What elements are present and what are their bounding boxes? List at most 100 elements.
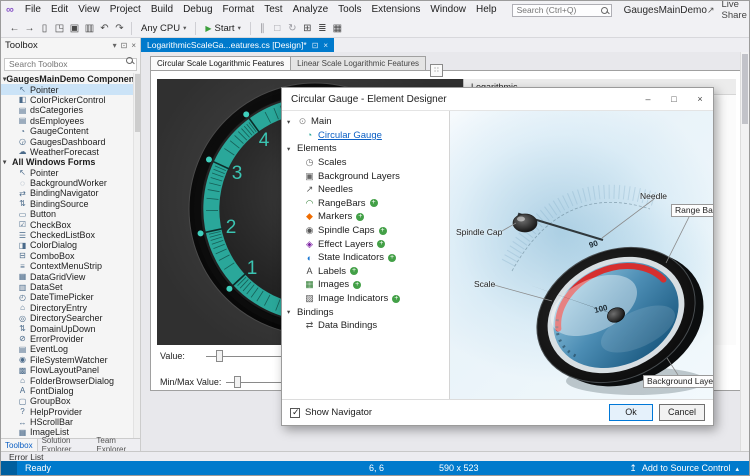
toolbox-item[interactable]: ⊘ ErrorProvider xyxy=(1,334,140,344)
toolbox-item[interactable]: GaugesMainDemo Components xyxy=(1,74,140,84)
pause-icon[interactable]: ∥ xyxy=(255,20,270,37)
add-item-icon[interactable] xyxy=(392,295,400,303)
toolbox-item[interactable]: ◔ GaugeContent xyxy=(1,126,140,136)
grid-icon[interactable]: ▦ xyxy=(330,20,345,37)
menu-item[interactable]: Format xyxy=(218,1,260,19)
add-item-icon[interactable] xyxy=(379,227,387,235)
toolbox-item[interactable]: ⌂ FolderBrowserDialog xyxy=(1,375,140,385)
tree-item[interactable]: ↗ Needles xyxy=(282,183,449,197)
toolbox-scrollbar[interactable] xyxy=(133,73,140,438)
toolbox-item[interactable]: ▤ dsCategories xyxy=(1,105,140,115)
menu-item[interactable]: Extensions xyxy=(367,1,426,19)
share-icon[interactable]: ↗ xyxy=(707,5,715,16)
minimize-icon[interactable]: – xyxy=(635,88,661,110)
add-item-icon[interactable] xyxy=(388,254,396,262)
toolbox-item[interactable]: All Windows Forms xyxy=(1,157,140,167)
chevron-down-icon[interactable]: ▾ xyxy=(113,41,117,50)
background-tasks-icon[interactable] xyxy=(1,461,17,475)
ok-button[interactable]: Ok xyxy=(609,404,653,421)
tree-item[interactable]: ▣ Background Layers xyxy=(282,169,449,183)
toolbox-item[interactable]: ▭ Button xyxy=(1,209,140,219)
start-debug-button[interactable]: ▶ Start ▾ xyxy=(200,22,245,35)
menu-item[interactable]: Project xyxy=(105,1,146,19)
tree-item[interactable]: ◐ State Indicators xyxy=(282,251,449,265)
toolbox-item[interactable]: ↔ HScrollBar xyxy=(1,417,140,427)
toolbox-item[interactable]: ⌂ DirectoryEntry xyxy=(1,303,140,313)
cancel-button[interactable]: Cancel xyxy=(659,404,705,421)
live-share-button[interactable]: Live Share xyxy=(722,0,750,21)
scrollbar-thumb[interactable] xyxy=(742,54,748,124)
menu-item[interactable]: Test xyxy=(259,1,287,19)
toolbox-item[interactable]: ▦ DataGridView xyxy=(1,271,140,281)
add-item-icon[interactable] xyxy=(353,281,361,289)
tree-item[interactable]: ▨ Image Indicators xyxy=(282,292,449,306)
toolbox-item[interactable]: ▢ GroupBox xyxy=(1,396,140,406)
gauge-demo-tab[interactable]: Circular Scale Logarithmic Features xyxy=(150,56,291,70)
toolbox-item[interactable]: ⇅ BindingSource xyxy=(1,199,140,209)
toolbox-item[interactable]: ▥ DataSet xyxy=(1,282,140,292)
toolbox-item[interactable]: ◶ GaugesDashboard xyxy=(1,136,140,146)
toolbox-item[interactable]: ▩ FlowLayoutPanel xyxy=(1,365,140,375)
toolbox-item[interactable]: ⇄ BindingNavigator xyxy=(1,188,140,198)
quick-search-input[interactable] xyxy=(512,4,612,17)
tree-item[interactable]: Elements xyxy=(282,142,449,156)
toolbox-item[interactable]: ☑ CheckBox xyxy=(1,219,140,229)
tree-item[interactable]: ◔ Circular Gauge xyxy=(282,129,449,143)
toolbox-search[interactable] xyxy=(4,54,137,72)
toolbox-item[interactable]: ⇅ DomainUpDown xyxy=(1,323,140,333)
navigate-back-icon[interactable]: ← xyxy=(7,20,22,37)
menu-item[interactable]: Tools xyxy=(333,1,366,19)
toolbox-item[interactable]: ↖ Pointer xyxy=(1,168,140,178)
toolbox-item[interactable]: ▤ EventLog xyxy=(1,344,140,354)
new-file-icon[interactable]: ▯ xyxy=(37,20,52,37)
menu-item[interactable]: Debug xyxy=(178,1,217,19)
menu-item[interactable]: File xyxy=(20,1,46,19)
menu-item[interactable]: Build xyxy=(146,1,178,19)
tool-window-tab[interactable]: Solution Explorer xyxy=(38,439,93,451)
window-layout-icon[interactable]: ⊞ xyxy=(300,20,315,37)
open-file-icon[interactable]: ◳ xyxy=(52,20,67,37)
add-item-icon[interactable] xyxy=(350,267,358,275)
toolbox-item[interactable]: ◨ ColorDialog xyxy=(1,240,140,250)
save-all-icon[interactable]: ▥ xyxy=(82,20,97,37)
stop-icon[interactable]: □ xyxy=(270,20,285,37)
slider-thumb[interactable] xyxy=(216,350,223,362)
toolbox-item[interactable]: ↖ Pointer xyxy=(1,84,140,94)
toolbox-item[interactable]: ? HelpProvider xyxy=(1,407,140,417)
menu-item[interactable]: Window xyxy=(425,1,471,19)
close-icon[interactable]: × xyxy=(323,41,328,50)
add-item-icon[interactable] xyxy=(377,240,385,248)
tree-expander-icon[interactable] xyxy=(287,118,297,126)
tree-item[interactable]: ◆ Markers xyxy=(282,210,449,224)
menu-item[interactable]: Help xyxy=(471,1,502,19)
tree-item[interactable]: ◷ Scales xyxy=(282,156,449,170)
tree-expander-icon[interactable] xyxy=(287,145,297,153)
toolbox-item[interactable]: ◴ DateTimePicker xyxy=(1,292,140,302)
tree-item[interactable]: A Labels xyxy=(282,265,449,279)
toolbox-item[interactable]: ≡ ContextMenuStrip xyxy=(1,261,140,271)
close-icon[interactable]: × xyxy=(131,41,136,50)
tree-item[interactable]: Bindings xyxy=(282,305,449,319)
toolbox-search-input[interactable] xyxy=(4,58,137,71)
tree-expander-icon[interactable] xyxy=(287,308,297,316)
toolbox-item[interactable]: A FontDialog xyxy=(1,386,140,396)
quick-search[interactable] xyxy=(512,4,612,17)
show-navigator-checkbox[interactable] xyxy=(290,408,300,418)
tree-item[interactable]: ◈ Effect Layers xyxy=(282,237,449,251)
editor-scrollbar[interactable] xyxy=(740,52,749,451)
menu-item[interactable]: Edit xyxy=(46,1,73,19)
toolbox-item[interactable]: ⊟ ComboBox xyxy=(1,251,140,261)
tree-item[interactable]: ▦ Images xyxy=(282,278,449,292)
tree-item[interactable]: ◉ Spindle Caps xyxy=(282,224,449,238)
source-control-button[interactable]: Add to Source Control xyxy=(629,461,739,475)
menu-item[interactable]: View xyxy=(73,1,105,19)
dialog-title-bar[interactable]: Circular Gauge - Element Designer – □ × xyxy=(282,88,713,110)
undo-icon[interactable]: ↶ xyxy=(97,20,112,37)
restart-icon[interactable]: ↻ xyxy=(285,20,300,37)
gauge-demo-tab[interactable]: Linear Scale Logarithmic Features xyxy=(290,56,426,70)
pin-icon[interactable]: ⊡ xyxy=(121,41,128,50)
tree-item[interactable]: ⇄ Data Bindings xyxy=(282,319,449,333)
maximize-icon[interactable]: □ xyxy=(661,88,687,110)
menu-item[interactable]: Analyze xyxy=(288,1,334,19)
close-icon[interactable]: × xyxy=(687,88,713,110)
